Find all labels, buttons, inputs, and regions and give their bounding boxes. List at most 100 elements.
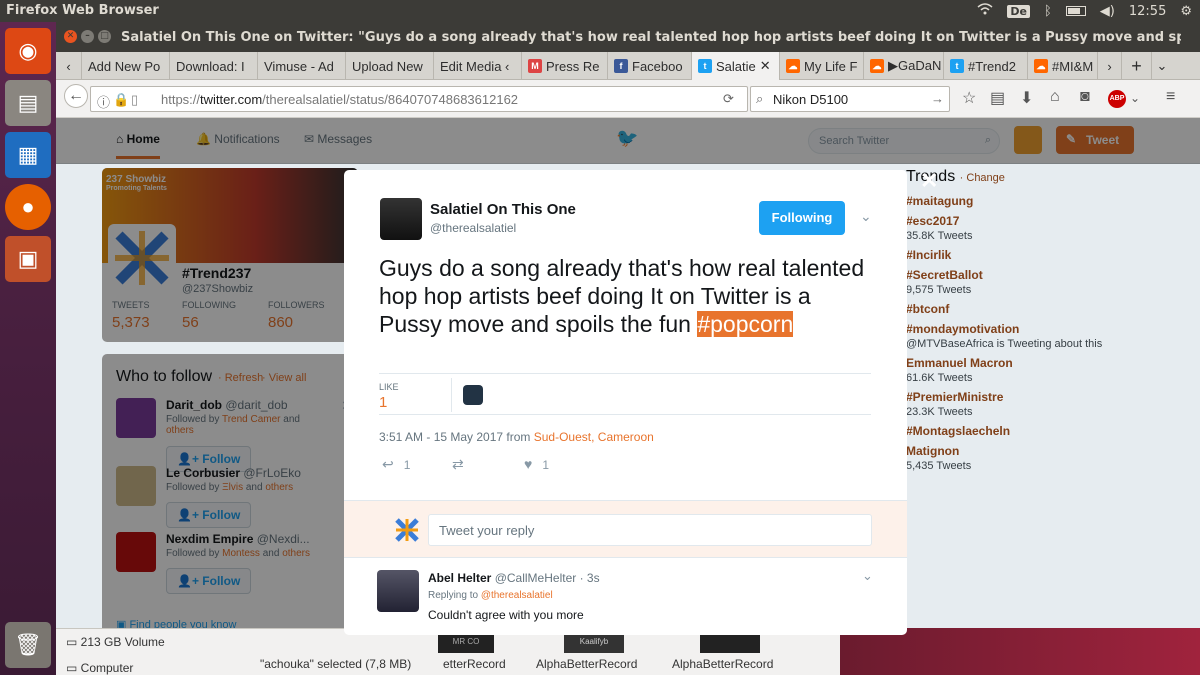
hamburger-menu-icon[interactable]: ≡ — [1166, 88, 1175, 106]
reply-avatar[interactable] — [377, 570, 419, 612]
tab[interactable]: Upload New — [346, 52, 434, 80]
close-tab-icon[interactable]: ✕ — [760, 58, 771, 74]
minimize-window-icon[interactable]: – — [81, 30, 94, 43]
profile-handle[interactable]: @237Showbiz — [182, 283, 253, 295]
back-button[interactable]: ← — [64, 84, 88, 108]
author-avatar[interactable] — [380, 198, 422, 240]
reply-tweet[interactable]: Abel Helter @CallMeHelter · 3s Replying … — [344, 558, 907, 635]
tab[interactable]: Add New Po — [82, 52, 170, 80]
followed-by-link[interactable]: Ξlvis — [222, 482, 243, 493]
tab[interactable]: M Press Re — [522, 52, 608, 80]
computer-item[interactable]: ▭ Computer — [66, 661, 133, 675]
file-name[interactable]: AlphaBetterRecord — [672, 657, 773, 671]
trend-item[interactable]: #mondaymotivation @MTVBaseAfrica is Tweet… — [906, 322, 1142, 350]
view-all-link[interactable]: · View all — [262, 372, 306, 384]
maximize-window-icon[interactable]: □ — [98, 30, 111, 43]
tab[interactable]: ☁ ▶GaDaN — [864, 52, 944, 80]
clock[interactable]: 12:55 — [1129, 4, 1166, 19]
followed-by-others-link[interactable]: others — [265, 482, 293, 493]
twitter-search-input[interactable]: Search Twitter ⌕ — [808, 128, 1000, 154]
retweet-icon[interactable]: ⇄ — [452, 456, 464, 473]
settings-gear-icon[interactable]: ⚙ — [1180, 4, 1192, 19]
tweet-options-chevron-icon[interactable]: ⌄ — [860, 208, 872, 225]
wifi-icon[interactable] — [977, 3, 993, 19]
tweets-count[interactable]: 5,373 — [112, 314, 150, 331]
tab[interactable]: ☁ #MI&M — [1028, 52, 1098, 80]
following-count[interactable]: 56 — [182, 314, 199, 331]
file-name[interactable]: AlphaBetterRecord — [536, 657, 637, 671]
volume-icon[interactable]: ◀) — [1100, 4, 1115, 19]
liker-avatar[interactable] — [463, 385, 483, 405]
tab[interactable]: Download: I — [170, 52, 258, 80]
new-tab-button[interactable]: + — [1122, 52, 1152, 80]
trend-item[interactable]: #esc2017 35.8K Tweets — [906, 214, 1142, 242]
tab-list-chevron-icon[interactable]: ⌄ — [1152, 52, 1172, 80]
profile-avatar[interactable] — [108, 224, 176, 292]
trend-item[interactable]: #PremierMinistre 23.3K Tweets — [906, 390, 1142, 418]
bookmarks-list-icon[interactable]: ▤ — [990, 88, 1005, 108]
tab[interactable]: Edit Media ‹ — [434, 52, 522, 80]
tab-active-twitter[interactable]: t Salatie ✕ — [692, 52, 780, 80]
follow-button[interactable]: 👤+ Follow — [166, 568, 252, 594]
close-window-icon[interactable]: ✕ — [64, 30, 77, 43]
profile-name[interactable]: #Trend237 — [182, 265, 251, 281]
tab-scroll-left[interactable]: ‹ — [56, 52, 82, 80]
user-name[interactable]: Nexdim Empire — [166, 532, 253, 546]
tab-scroll-right[interactable]: › — [1098, 52, 1122, 80]
reply-input[interactable]: Tweet your reply — [428, 514, 872, 546]
reply-author-name[interactable]: Abel Helter — [428, 571, 491, 585]
tweet-hashtag-link[interactable]: #popcorn — [697, 311, 794, 337]
ubuntu-dash-icon[interactable]: ◉ — [5, 28, 51, 74]
author-handle[interactable]: @therealsalatiel — [430, 221, 516, 235]
url-bar[interactable]: ⓘ 🔒 ▯ https://twitter.com/therealsalatie… — [90, 86, 748, 112]
nav-notifications[interactable]: 🔔 Notifications — [196, 132, 280, 146]
trend-item[interactable]: Emmanuel Macron 61.6K Tweets — [906, 356, 1142, 384]
tab[interactable]: t #Trend2 — [944, 52, 1028, 80]
files-icon[interactable]: ▤ — [5, 80, 51, 126]
close-modal-icon[interactable]: ✕ — [920, 168, 938, 194]
file-name[interactable]: etterRecord — [443, 657, 506, 671]
followers-count[interactable]: 860 — [268, 314, 293, 331]
search-go-icon[interactable]: → — [931, 91, 944, 106]
user-name[interactable]: Darit_dob — [166, 398, 222, 412]
reply-action[interactable]: ↩ 1 — [382, 456, 410, 473]
following-button[interactable]: Following — [759, 201, 845, 235]
location-link[interactable]: Sud-Ouest, Cameroon — [534, 430, 654, 444]
tab[interactable]: f Faceboo — [608, 52, 692, 80]
home-icon[interactable]: ⌂ — [1050, 88, 1060, 106]
user-avatar[interactable] — [116, 466, 156, 506]
reader-view-icon[interactable]: ▯ — [131, 92, 138, 108]
pocket-icon[interactable]: ◙ — [1080, 88, 1090, 106]
nav-messages[interactable]: ✉ Messages — [304, 132, 372, 146]
trends-change-link[interactable]: · Change — [960, 172, 1005, 184]
search-bar[interactable]: ⌕ Nikon D5100 → — [750, 86, 950, 112]
writer-icon[interactable]: ▦ — [5, 132, 51, 178]
followed-by-link[interactable]: Montess — [222, 548, 260, 559]
adblock-icon[interactable]: ABP — [1108, 90, 1126, 108]
reload-icon[interactable]: ⟳ — [723, 91, 734, 107]
author-name[interactable]: Salatiel On This One — [430, 201, 576, 218]
twitter-logo-icon[interactable]: 🐦 — [616, 128, 638, 149]
trend-item[interactable]: #maitagung — [906, 194, 1142, 208]
trend-item[interactable]: #Incirlik — [906, 248, 1142, 262]
trash-icon[interactable]: 🗑 — [5, 622, 51, 668]
compose-tweet-button[interactable]: ✎ Tweet — [1056, 126, 1134, 154]
battery-icon[interactable] — [1065, 6, 1086, 16]
trend-item[interactable]: #SecretBallot 9,575 Tweets — [906, 268, 1142, 296]
volume-item[interactable]: ▭ 213 GB Volume — [66, 635, 165, 649]
trend-item[interactable]: #btconf — [906, 302, 1142, 316]
trend-item[interactable]: #Montagslaecheln — [906, 424, 1142, 438]
trend-item[interactable]: Matignon 5,435 Tweets — [906, 444, 1142, 472]
tab[interactable]: ☁ My Life F — [780, 52, 864, 80]
followed-by-link[interactable]: Trend Camer — [222, 414, 281, 425]
bluetooth-icon[interactable]: ᛒ — [1044, 4, 1052, 19]
user-name[interactable]: Le Corbusier — [166, 466, 240, 480]
user-avatar[interactable] — [116, 532, 156, 572]
firefox-icon[interactable]: ● — [5, 184, 51, 230]
impress-icon[interactable]: ▣ — [5, 236, 51, 282]
bookmark-star-icon[interactable]: ☆ — [962, 88, 976, 108]
adblock-menu-chevron-icon[interactable]: ⌄ — [1130, 91, 1140, 105]
my-avatar[interactable] — [1014, 126, 1042, 154]
nav-home[interactable]: ⌂ Home — [116, 132, 160, 159]
downloads-icon[interactable]: ⬇ — [1020, 88, 1033, 108]
